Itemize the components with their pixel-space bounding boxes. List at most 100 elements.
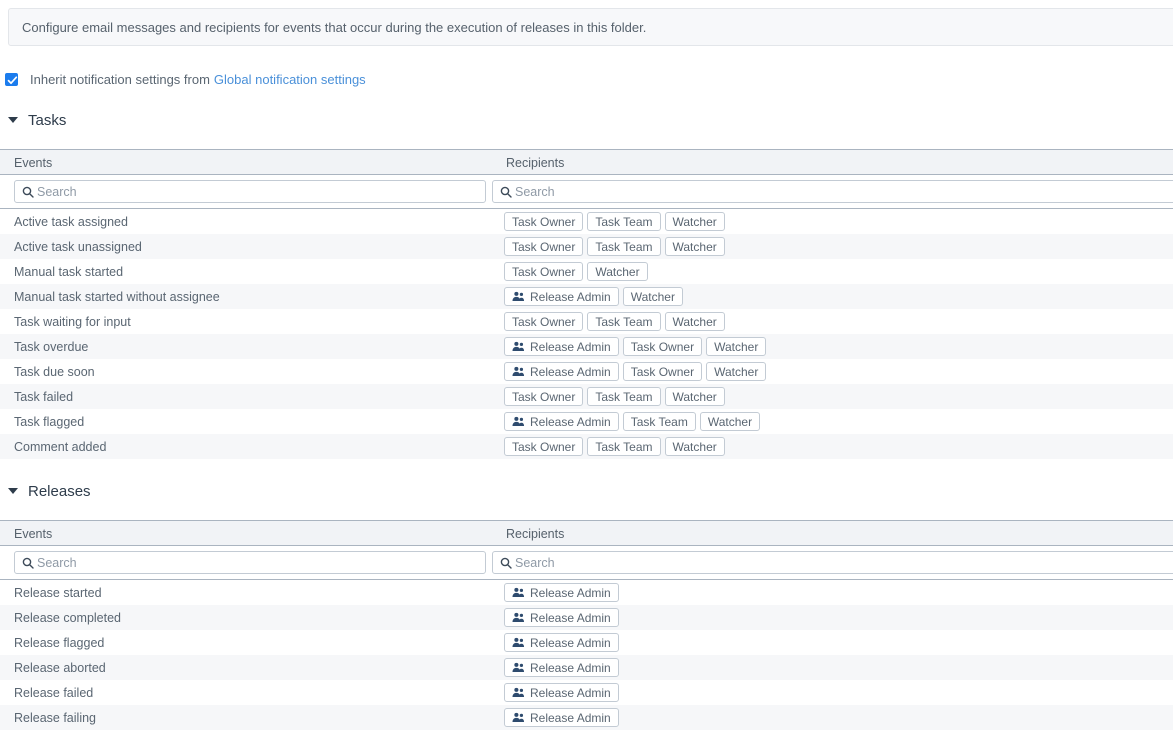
recipient-chip-label: Release Admin — [530, 685, 611, 700]
caret-down-icon — [8, 488, 18, 494]
recipient-chip-label: Release Admin — [530, 710, 611, 725]
section-tasks-title: Tasks — [28, 111, 67, 129]
tasks-table-body: Active task assigned Task Owner Task Team W… — [0, 208, 1173, 459]
recipient-chip[interactable]: Task Team — [587, 312, 661, 331]
recipient-chip[interactable]: Watcher — [664, 237, 725, 256]
recipient-chip[interactable]: Task Owner — [622, 362, 703, 381]
event-name: Release completed — [14, 610, 122, 625]
event-name: Manual task started — [14, 264, 124, 279]
recipient-chip[interactable]: Task Owner — [504, 262, 584, 281]
recipient-chip[interactable]: Task Team — [587, 387, 661, 406]
section-tasks-header[interactable]: Tasks — [8, 110, 1173, 130]
recipient-chip-label: Release Admin — [530, 635, 611, 650]
recipient-chip[interactable]: Watcher — [664, 312, 725, 331]
tasks-events-search-placeholder: Search — [37, 184, 77, 199]
recipient-chip-label: Release Admin — [530, 339, 611, 354]
tasks-events-label: Events — [14, 155, 53, 170]
recipient-chip-label: Watcher — [707, 414, 753, 429]
recipient-chip-label: Task Team — [595, 439, 653, 454]
recipient-chip-list: Release Admin Task Team Watcher — [500, 412, 1173, 431]
recipient-chip-list: Task Owner Task Team Watcher — [500, 437, 1173, 456]
recipient-chip-list: Release Admin — [500, 683, 1173, 702]
recipient-chip-list: Release Admin — [500, 608, 1173, 627]
recipient-chip[interactable]: Watcher — [622, 287, 683, 306]
tasks-recipients-search-input[interactable]: Search — [492, 180, 1173, 203]
tasks-recipients-search-placeholder: Search — [515, 184, 555, 199]
releases-recipients-search-input[interactable]: Search — [492, 551, 1173, 574]
table-row: Release failed Release Admin — [0, 680, 1173, 705]
recipient-chip[interactable]: Watcher — [706, 337, 767, 356]
table-row: Comment added Task Owner Task Team Watcher — [0, 434, 1173, 459]
recipient-chip[interactable]: Task Owner — [504, 387, 584, 406]
recipient-chip-label: Task Owner — [512, 264, 576, 279]
recipient-chip-label: Task Team — [595, 214, 653, 229]
recipient-chip[interactable]: Release Admin — [504, 337, 619, 356]
recipient-chip-label: Watcher — [630, 289, 675, 304]
tasks-events-search-input[interactable]: Search — [14, 180, 486, 203]
recipient-chip[interactable]: Task Team — [587, 212, 661, 231]
global-notification-settings-link[interactable]: Global notification settings — [214, 72, 366, 87]
table-row: Release failing Release Admin — [0, 705, 1173, 730]
recipient-chip[interactable]: Task Owner — [622, 337, 703, 356]
releases-events-search-input[interactable]: Search — [14, 551, 486, 574]
users-group-icon — [512, 637, 525, 648]
info-banner-text: Configure email messages and recipients … — [22, 19, 647, 35]
recipient-chip[interactable]: Watcher — [664, 437, 725, 456]
recipient-chip[interactable]: Task Team — [622, 412, 696, 431]
recipient-chip[interactable]: Release Admin — [504, 412, 619, 431]
event-name: Release flagged — [14, 635, 105, 650]
event-name: Release started — [14, 585, 102, 600]
recipient-chip-list: Task Owner Watcher — [500, 262, 1173, 281]
recipient-chip[interactable]: Watcher — [664, 212, 725, 231]
recipient-chip[interactable]: Watcher — [699, 412, 761, 431]
recipient-chip-label: Task Owner — [630, 364, 695, 379]
recipient-chip-label: Task Owner — [512, 214, 576, 229]
releases-table-header: Events Recipients — [0, 520, 1173, 546]
releases-recipients-label: Recipients — [506, 526, 565, 541]
recipient-chip[interactable]: Release Admin — [504, 287, 619, 306]
recipient-chip[interactable]: Task Owner — [504, 212, 584, 231]
recipient-chip-label: Task Team — [595, 314, 653, 329]
recipient-chip-label: Watcher — [672, 314, 717, 329]
recipient-chip[interactable]: Release Admin — [504, 583, 619, 602]
recipient-chip[interactable]: Release Admin — [504, 683, 619, 702]
recipient-chip-label: Release Admin — [530, 660, 611, 675]
recipient-chip-label: Task Owner — [512, 239, 576, 254]
recipient-chip[interactable]: Task Team — [587, 237, 661, 256]
search-icon — [22, 186, 34, 198]
event-name: Task failed — [14, 389, 74, 404]
table-row: Release aborted Release Admin — [0, 655, 1173, 680]
recipient-chip[interactable]: Watcher — [664, 387, 725, 406]
recipient-chip-label: Watcher — [714, 364, 759, 379]
recipient-chip-label: Task Team — [595, 239, 653, 254]
recipient-chip[interactable]: Release Admin — [504, 633, 619, 652]
recipient-chip[interactable]: Task Owner — [504, 237, 584, 256]
recipient-chip[interactable]: Release Admin — [504, 708, 619, 727]
tasks-recipients-label: Recipients — [506, 155, 565, 170]
section-releases-header[interactable]: Releases — [8, 481, 1173, 501]
recipient-chip[interactable]: Task Owner — [504, 437, 584, 456]
check-icon — [7, 75, 18, 84]
table-row: Manual task started Task Owner Watcher — [0, 259, 1173, 284]
inherit-settings-row: Inherit notification settings from Globa… — [5, 70, 1173, 88]
recipient-chip-list: Release Admin — [500, 633, 1173, 652]
recipient-chip-label: Task Owner — [630, 339, 695, 354]
recipient-chip-list: Release Admin — [500, 658, 1173, 677]
event-name: Release aborted — [14, 660, 106, 675]
releases-column-header-events: Events — [0, 526, 500, 541]
recipient-chip[interactable]: Watcher — [706, 362, 767, 381]
recipient-chip[interactable]: Release Admin — [504, 608, 619, 627]
recipient-chip-label: Task Owner — [512, 389, 576, 404]
table-row: Task flagged Release Admin Task Team Watche… — [0, 409, 1173, 434]
search-icon — [22, 557, 34, 569]
recipient-chip[interactable]: Release Admin — [504, 658, 619, 677]
event-name: Release failing — [14, 710, 96, 725]
recipient-chip[interactable]: Task Owner — [504, 312, 584, 331]
notification-settings-page: Configure email messages and recipients … — [0, 0, 1173, 730]
recipient-chip[interactable]: Task Team — [587, 437, 661, 456]
recipient-chip[interactable]: Release Admin — [504, 362, 619, 381]
inherit-checkbox[interactable] — [5, 72, 18, 86]
recipient-chip[interactable]: Watcher — [587, 262, 648, 281]
table-row: Active task unassigned Task Owner Task Tea… — [0, 234, 1173, 259]
recipient-chip-label: Task Team — [630, 414, 688, 429]
